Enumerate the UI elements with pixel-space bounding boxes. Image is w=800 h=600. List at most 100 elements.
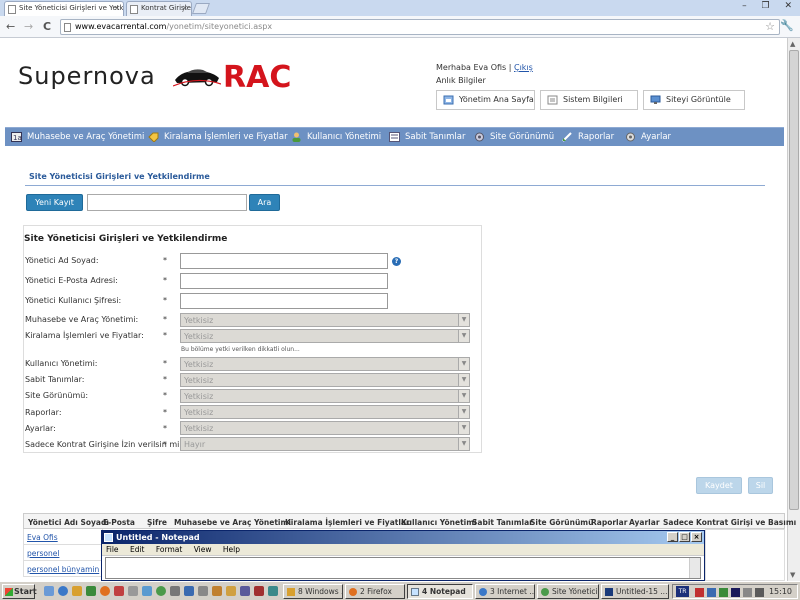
app-icon[interactable] (114, 586, 124, 596)
app-icon[interactable] (142, 586, 152, 596)
scroll-up-icon[interactable]: ▲ (790, 40, 795, 48)
forward-button[interactable]: → (24, 20, 33, 33)
admin-email-input[interactable] (180, 273, 388, 289)
notepad-window[interactable]: Untitled - Notepad _ □ × File Edit Format … (101, 530, 705, 581)
window-controls[interactable]: – ❐ ✕ (742, 1, 798, 11)
search-button[interactable]: Ara (249, 194, 280, 211)
task-notepad[interactable]: 4 Notepad (407, 584, 473, 599)
column-header: Kullanıcı Yönetimi (401, 518, 477, 527)
bookmark-star-icon[interactable]: ☆ (765, 20, 775, 33)
raporlar-select[interactable]: Yetkisiz ▼ (180, 405, 470, 419)
menu-help[interactable]: Help (223, 545, 240, 554)
app-icon[interactable] (268, 586, 278, 596)
menu-kullanici[interactable]: Kullanıcı Yönetimi (291, 132, 381, 142)
app-icon[interactable] (226, 586, 236, 596)
scroll-down-icon[interactable]: ▼ (790, 571, 795, 579)
chrome-icon (541, 588, 549, 596)
admin-name-input[interactable] (180, 253, 388, 269)
ie-icon[interactable] (58, 586, 68, 596)
menu-ayarlar[interactable]: Ayarlar (625, 132, 671, 142)
menu-muhasebe[interactable]: 1a Muhasebe ve Araç Yönetimi (11, 132, 144, 142)
menu-view[interactable]: View (194, 545, 212, 554)
reload-button[interactable]: C (43, 20, 51, 33)
folder-icon[interactable] (72, 586, 82, 596)
menu-kiralama[interactable]: Kiralama İşlemleri ve Fiyatlar (148, 132, 288, 142)
start-button[interactable]: Start (2, 584, 37, 599)
menu-edit[interactable]: Edit (130, 545, 145, 554)
app-icon[interactable] (184, 586, 194, 596)
task-windows[interactable]: 8 Windows ... (283, 584, 343, 599)
desktop-icon[interactable] (44, 586, 54, 596)
address-bar[interactable]: www.evacarrental.com/yonetim/siteyonetic… (60, 19, 780, 35)
save-button[interactable]: Kaydet (696, 477, 742, 494)
kontrat-select[interactable]: Hayır ▼ (180, 437, 470, 451)
quick-link-home[interactable]: Yönetim Ana Sayfa (436, 90, 535, 110)
notepad-title: Untitled - Notepad (116, 533, 200, 542)
close-button[interactable]: × (691, 532, 702, 542)
monitor-icon (650, 95, 661, 104)
task-photoshop[interactable]: Untitled-15 ... (601, 584, 669, 599)
scroll-thumb[interactable] (789, 50, 799, 510)
page-icon (64, 23, 71, 32)
muhasebe-select[interactable]: Yetkisiz ▼ (180, 313, 470, 327)
ayarlar-select[interactable]: Yetkisiz ▼ (180, 421, 470, 435)
row-link[interactable]: personel (27, 549, 59, 558)
app-icon[interactable] (212, 586, 222, 596)
app-icon[interactable] (254, 586, 264, 596)
tab-close-icon[interactable]: × (182, 4, 188, 12)
task-firefox[interactable]: 2 Firefox (345, 584, 405, 599)
quick-link-view-site[interactable]: Siteyi Görüntüle (643, 90, 745, 110)
chevron-down-icon: ▼ (458, 390, 469, 402)
tray-icon[interactable] (731, 588, 740, 597)
tray-icon[interactable] (719, 588, 728, 597)
new-record-button[interactable]: Yeni Kayıt (26, 194, 83, 211)
task-label: 4 Notepad (422, 587, 466, 596)
sabit-select[interactable]: Yetkisiz ▼ (180, 373, 470, 387)
gear-icon[interactable] (198, 586, 208, 596)
notepad-scrollbar[interactable] (689, 558, 700, 578)
minimize-button[interactable]: _ (667, 532, 678, 542)
taskbar: Start 8 Windows ... 2 Firefox 4 Notepad … (0, 581, 800, 600)
notepad-text-area[interactable] (105, 557, 701, 579)
kullanici-select[interactable]: Yetkisiz ▼ (180, 357, 470, 371)
admin-password-input[interactable] (180, 293, 388, 309)
tray-icon[interactable] (695, 588, 704, 597)
tab-close-icon[interactable]: × (114, 4, 120, 12)
menu-file[interactable]: File (106, 545, 119, 554)
help-icon[interactable]: ? (392, 257, 401, 266)
app-icon[interactable] (240, 586, 250, 596)
tab-site-yonetici[interactable]: Site Yöneticisi Girişleri ve Yetk × (4, 1, 124, 16)
back-button[interactable]: ← (6, 20, 15, 33)
delete-button[interactable]: Sil (748, 477, 773, 494)
maximize-button[interactable]: □ (679, 532, 690, 542)
wrench-icon[interactable]: 🔧 (780, 19, 794, 32)
app-icon[interactable] (128, 586, 138, 596)
tab-kontrat[interactable]: Kontrat Girişleri × (126, 1, 192, 16)
network-icon[interactable] (755, 588, 764, 597)
app-icon[interactable] (86, 586, 96, 596)
new-tab-button[interactable] (191, 3, 211, 14)
search-input[interactable] (87, 194, 247, 211)
row-link[interactable]: Eva Ofis (27, 533, 58, 542)
kiralama-select[interactable]: Yetkisiz ▼ (180, 329, 470, 343)
menu-format[interactable]: Format (156, 545, 182, 554)
logout-link[interactable]: Çıkış (514, 63, 533, 72)
menu-raporlar[interactable]: Raporlar (562, 132, 614, 142)
chrome-icon[interactable] (156, 586, 166, 596)
menu-site-gorunumu[interactable]: Site Görünümü (474, 132, 554, 142)
clock: 15:10 (768, 587, 792, 596)
volume-icon[interactable] (743, 588, 752, 597)
task-internet[interactable]: 3 Internet ... (475, 584, 535, 599)
quick-link-system[interactable]: Sistem Bilgileri (540, 90, 638, 110)
task-site-yonetici[interactable]: Site Yönetici... (537, 584, 599, 599)
menu-label: Kiralama İşlemleri ve Fiyatlar (164, 132, 288, 142)
site-gorunumu-select[interactable]: Yetkisiz ▼ (180, 389, 470, 403)
app-icon[interactable] (170, 586, 180, 596)
notepad-titlebar[interactable]: Untitled - Notepad _ □ × (102, 531, 704, 544)
page-scrollbar[interactable]: ▲ ▼ (787, 38, 800, 581)
menu-sabit[interactable]: Sabit Tanımlar (389, 132, 465, 142)
tray-icon[interactable] (707, 588, 716, 597)
language-indicator[interactable]: TR (676, 586, 689, 597)
row-link[interactable]: personel bünyamin (27, 565, 99, 574)
firefox-icon[interactable] (100, 586, 110, 596)
